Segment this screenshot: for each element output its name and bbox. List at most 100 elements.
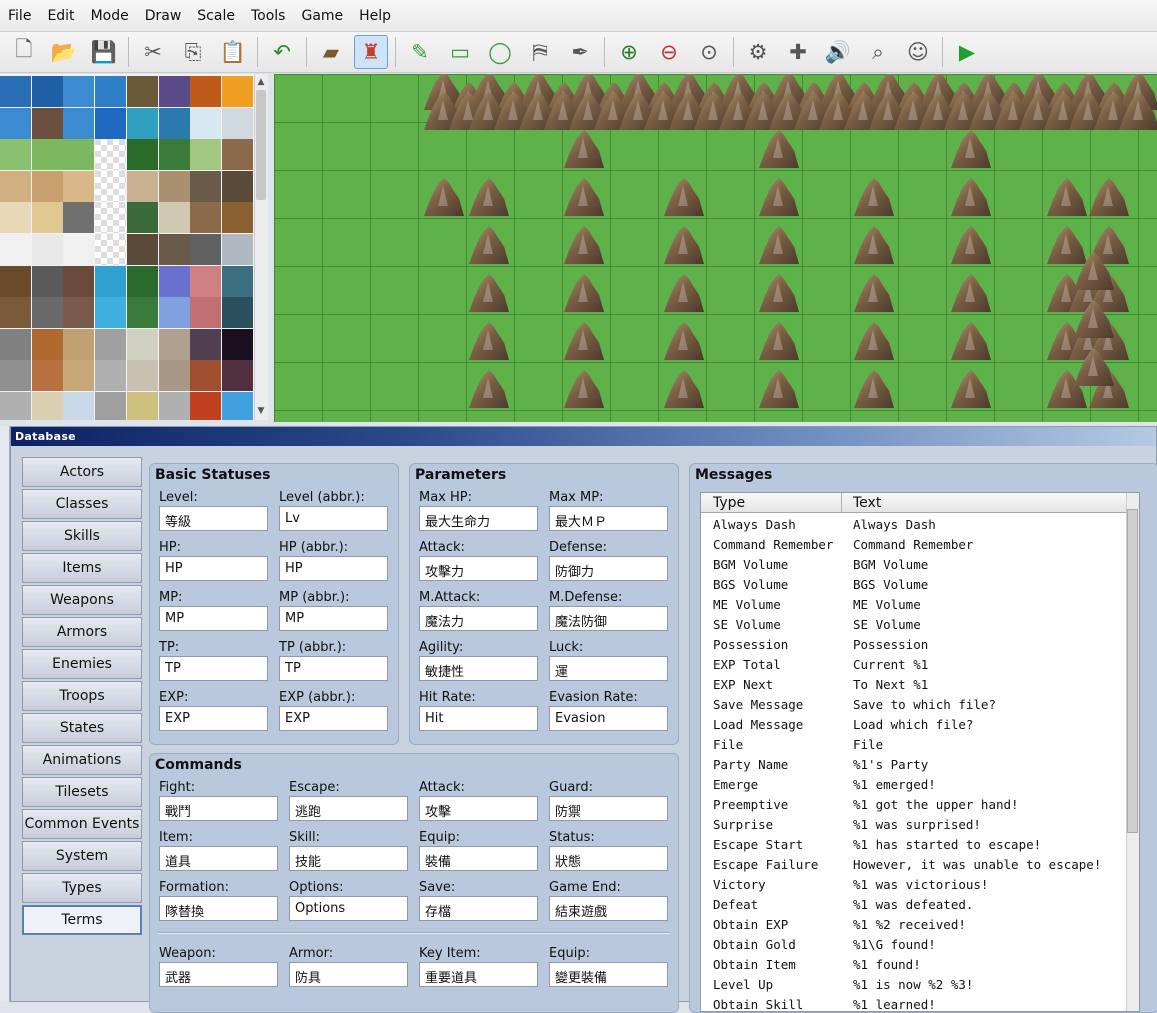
message-row[interactable]: SE Volume SE Volume (701, 614, 1133, 634)
nav-tilesets[interactable]: Tilesets (22, 777, 142, 807)
nav-enemies[interactable]: Enemies (22, 649, 142, 679)
palette-tile[interactable] (190, 392, 222, 420)
palette-tile[interactable] (126, 234, 158, 265)
text-field[interactable]: 魔法力 (419, 606, 538, 631)
palette-tile[interactable] (158, 107, 190, 139)
tile-palette[interactable] (0, 74, 254, 420)
message-row[interactable]: ME Volume ME Volume (701, 594, 1133, 614)
rectangle-icon[interactable]: ▭ (443, 35, 477, 69)
message-row[interactable]: Obtain EXP %1 %2 received! (701, 914, 1133, 934)
palette-tile[interactable] (190, 265, 222, 297)
palette-tile[interactable] (31, 297, 63, 329)
nav-armors[interactable]: Armors (22, 617, 142, 647)
map-mode-icon[interactable]: ▰ (314, 35, 348, 69)
plugin-manager-icon[interactable]: ✚ (781, 35, 815, 69)
palette-tile[interactable] (63, 202, 95, 234)
message-row[interactable]: Victory %1 was victorious! (701, 874, 1133, 894)
nav-weapons[interactable]: Weapons (22, 585, 142, 615)
text-field[interactable]: 等級 (159, 506, 268, 531)
text-field[interactable]: 防具 (289, 962, 408, 987)
text-field[interactable]: TP (159, 656, 268, 681)
text-field[interactable]: 道具 (159, 846, 278, 871)
text-field[interactable]: 重要道具 (419, 962, 538, 987)
text-field[interactable]: 最大生命力 (419, 506, 538, 531)
actual-size-icon[interactable]: ⊙ (692, 35, 726, 69)
message-row[interactable]: Save Message Save to which file? (701, 694, 1133, 714)
message-row[interactable]: Obtain Skill %1 learned! (701, 994, 1133, 1011)
palette-tile[interactable] (95, 265, 127, 297)
message-row[interactable]: Preemptive %1 got the upper hand! (701, 794, 1133, 814)
palette-tile[interactable] (0, 202, 31, 234)
text-field[interactable]: Hit (419, 706, 538, 731)
palette-tile[interactable] (158, 265, 190, 297)
palette-tile[interactable] (63, 234, 95, 265)
nav-animations[interactable]: Animations (22, 745, 142, 775)
nav-types[interactable]: Types (22, 873, 142, 903)
palette-tile[interactable] (126, 202, 158, 234)
palette-tile[interactable] (0, 392, 31, 420)
text-field[interactable]: 變更裝備 (549, 962, 668, 987)
palette-tile[interactable] (63, 392, 95, 420)
sound-test-icon[interactable]: 🔊 (821, 35, 855, 69)
zoom-out-icon[interactable]: ⊖ (652, 35, 686, 69)
text-field[interactable]: 最大ＭＰ (549, 506, 668, 531)
message-row[interactable]: Defeat %1 was defeated. (701, 894, 1133, 914)
palette-tile[interactable] (31, 139, 63, 171)
text-field[interactable]: Options (289, 896, 408, 921)
message-row[interactable]: File File (701, 734, 1133, 754)
palette-tile[interactable] (190, 297, 222, 329)
palette-tile[interactable] (31, 328, 63, 360)
text-field[interactable]: TP (279, 656, 388, 681)
palette-tile[interactable] (221, 328, 253, 360)
text-field[interactable]: HP (159, 556, 268, 581)
text-field[interactable]: 狀態 (549, 846, 668, 871)
palette-tile[interactable] (0, 139, 31, 171)
cut-icon[interactable]: ✂ (136, 35, 170, 69)
undo-icon[interactable]: ↶ (265, 35, 299, 69)
palette-tile[interactable] (126, 107, 158, 139)
palette-tile[interactable] (221, 297, 253, 329)
save-project-icon[interactable]: 💾 (87, 35, 121, 69)
palette-tile[interactable] (190, 107, 222, 139)
palette-tile[interactable] (31, 170, 63, 202)
column-text-header[interactable]: Text (853, 495, 881, 511)
palette-tile[interactable] (158, 297, 190, 329)
message-row[interactable]: Command Remember Command Remember (701, 534, 1133, 554)
palette-tile[interactable] (95, 107, 127, 139)
palette-tile[interactable] (126, 76, 158, 107)
palette-tile[interactable] (221, 202, 253, 234)
message-row[interactable]: Load Message Load which file? (701, 714, 1133, 734)
palette-tile[interactable] (95, 139, 127, 171)
text-field[interactable]: 防禦 (549, 796, 668, 821)
palette-tile[interactable] (221, 170, 253, 202)
text-field[interactable]: 武器 (159, 962, 278, 987)
palette-tile[interactable] (31, 392, 63, 420)
message-row[interactable]: Party Name %1's Party (701, 754, 1133, 774)
palette-tile[interactable] (190, 139, 222, 171)
palette-tile[interactable] (158, 170, 190, 202)
character-generator-icon[interactable]: ☺ (901, 35, 935, 69)
palette-tile[interactable] (31, 234, 63, 265)
menu-draw[interactable]: Draw (137, 8, 190, 24)
palette-tile[interactable] (126, 392, 158, 420)
message-row[interactable]: Obtain Item %1 found! (701, 954, 1133, 974)
palette-tile[interactable] (126, 170, 158, 202)
palette-tile[interactable] (0, 328, 31, 360)
nav-troops[interactable]: Troops (22, 681, 142, 711)
text-field[interactable]: 逃跑 (289, 796, 408, 821)
fill-icon[interactable]: ⛿ (523, 35, 557, 69)
text-field[interactable]: 技能 (289, 846, 408, 871)
message-row[interactable]: Surprise %1 was surprised! (701, 814, 1133, 834)
event-mode-icon[interactable]: ♜ (354, 35, 388, 69)
palette-tile[interactable] (158, 76, 190, 107)
message-row[interactable]: Always Dash Always Dash (701, 514, 1133, 534)
text-field[interactable]: MP (159, 606, 268, 631)
pencil-icon[interactable]: ✎ (403, 35, 437, 69)
message-row[interactable]: Escape Start %1 has started to escape! (701, 834, 1133, 854)
text-field[interactable]: EXP (279, 706, 388, 731)
palette-tile[interactable] (158, 328, 190, 360)
open-project-icon[interactable]: 📂 (47, 35, 81, 69)
palette-tile[interactable] (95, 202, 127, 234)
column-type-header[interactable]: Type (713, 495, 745, 511)
message-row[interactable]: EXP Next To Next %1 (701, 674, 1133, 694)
